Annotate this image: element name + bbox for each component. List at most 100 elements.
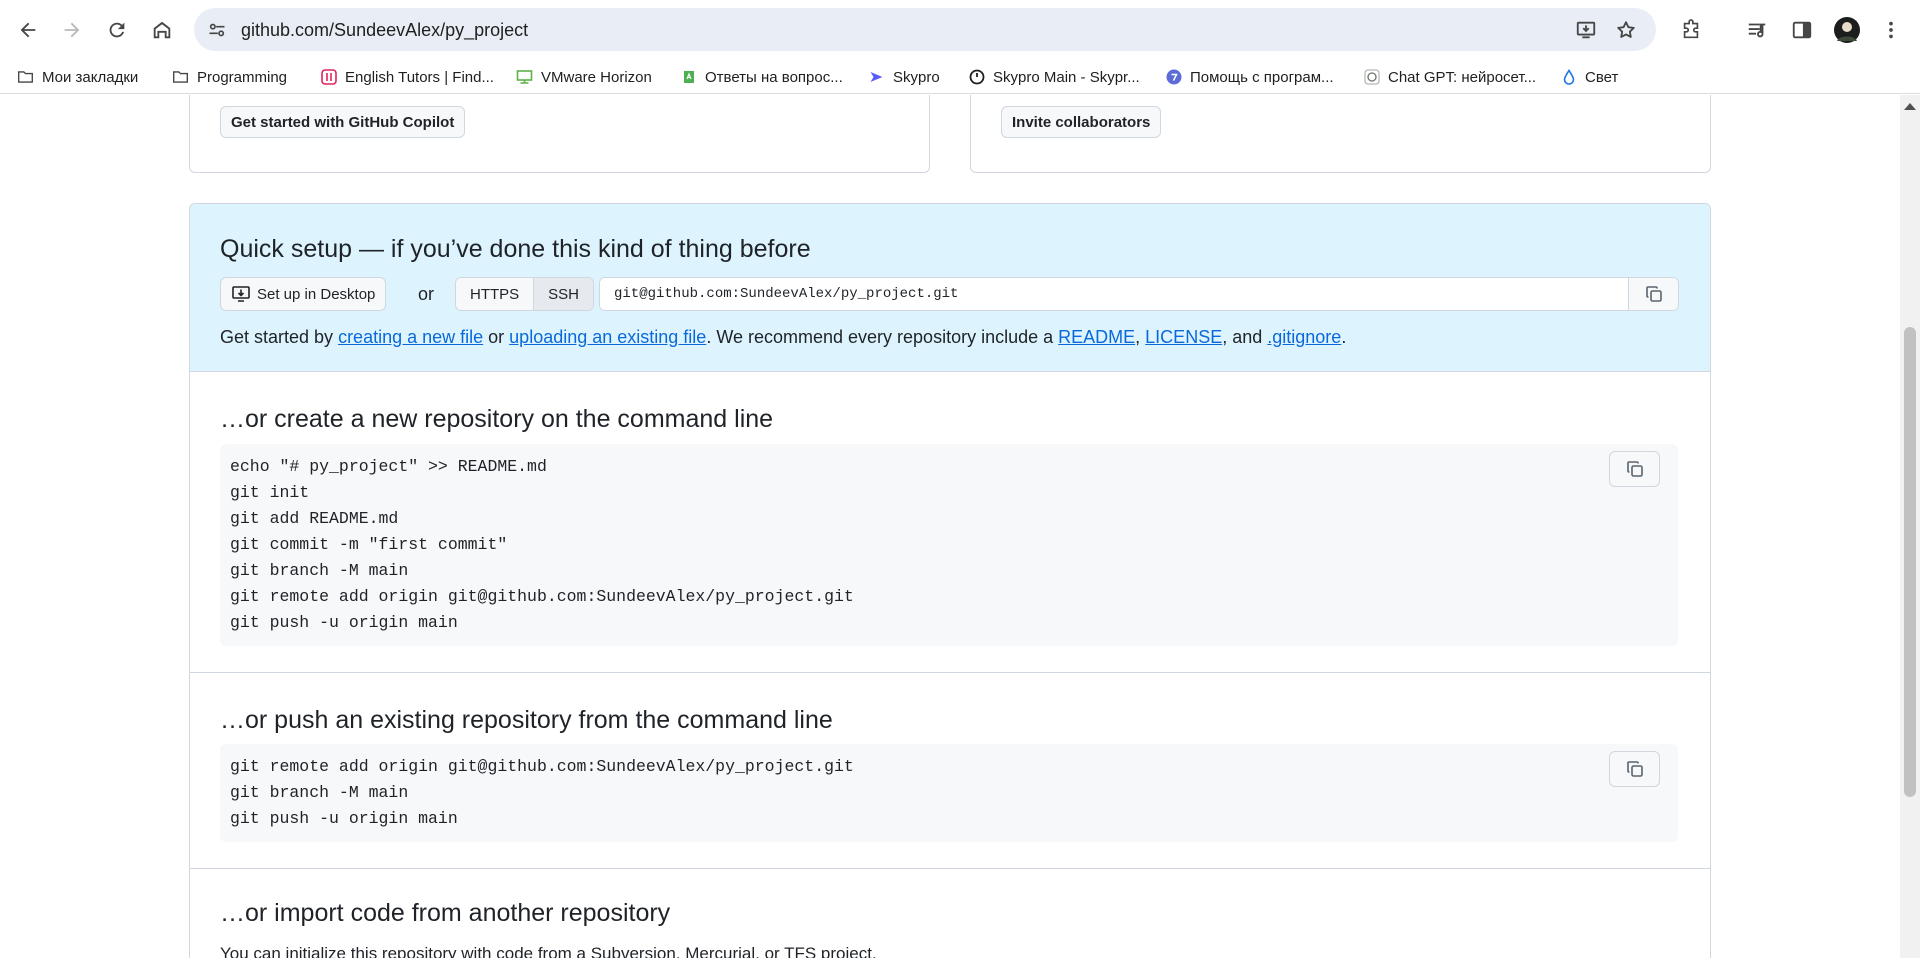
gitignore-link[interactable]: .gitignore [1267,327,1341,347]
copy-create-commands-button[interactable] [1609,451,1660,487]
code-line: git remote add origin git@github.com:Sun… [230,587,854,606]
clone-copy-button[interactable] [1628,278,1678,310]
copilot-card: Get started with GitHub Copilot [189,95,930,173]
ssh-button[interactable]: SSH [533,278,594,310]
side-panel-button[interactable] [1782,10,1822,50]
bookmark-label: Помощь с програм... [1190,68,1334,86]
drop-favicon [1560,69,1577,86]
url-text: github.com/SundeevAlex/py_project [241,20,529,40]
import-repo-section: …or import code from another repository … [190,869,1710,958]
skypro-favicon [868,69,885,86]
license-link[interactable]: LICENSE [1145,327,1222,347]
hint-text: or [483,327,510,347]
reload-icon [109,22,125,38]
invite-collaborators-button[interactable]: Invite collaborators [1001,106,1162,138]
or-label: or [418,284,435,304]
playlist-icon [1748,23,1766,38]
bookmark-label: Ответы на вопрос... [705,68,843,86]
quick-setup-box: Quick setup — if you’ve done this kind o… [189,203,1711,958]
site-info-icon[interactable] [204,17,230,43]
bookmark-item[interactable]: Свет [1560,65,1618,89]
bookmark-item[interactable]: Помощь с програм... [1165,65,1334,89]
address-bar[interactable]: github.com/SundeevAlex/py_project [194,8,1656,51]
readme-link[interactable]: README [1058,327,1135,347]
create-new-file-link[interactable]: creating a new file [338,327,483,347]
https-button[interactable]: HTTPS [456,278,534,310]
copilot-button[interactable]: Get started with GitHub Copilot [220,106,466,138]
home-button[interactable] [142,10,182,50]
import-repo-description: You can initialize this repository with … [220,944,877,958]
arrow-right-icon [64,22,80,38]
install-app-icon[interactable] [1574,18,1598,42]
push-repo-code: git remote add origin git@github.com:Sun… [220,744,1678,842]
hint-text: , [1135,327,1146,347]
code-line: git branch -M main [230,783,409,802]
setup-desktop-button[interactable]: Set up in Desktop [220,277,387,311]
code-line: git branch -M main [230,561,409,580]
forward-button[interactable] [52,10,92,50]
bookmark-item[interactable]: Programming [172,65,287,89]
desktop-download-icon [232,286,250,302]
folder-icon [17,69,34,86]
chatgpt-favicon [1363,69,1380,86]
quick-setup-title: Quick setup — if you’ve done this kind o… [220,235,811,263]
home-icon [153,21,171,39]
profile-avatar[interactable] [1827,10,1867,50]
bookmark-item[interactable]: English Tutors | Find... [320,65,494,89]
code-line: git push -u origin main [230,809,458,828]
push-repo-title: …or push an existing repository from the… [220,706,833,734]
hint-text: . We recommend every repository include … [706,327,1059,347]
bookmark-label: Свет [1585,68,1619,86]
create-repo-code: echo "# py_project" >> README.md git ini… [220,444,1678,646]
create-repo-title: …or create a new repository on the comma… [220,405,774,433]
extensions-button[interactable] [1671,10,1711,50]
scroll-up-arrow-icon[interactable] [1904,103,1916,110]
bookmark-item[interactable]: Ответы на вопрос... [680,65,843,89]
copy-icon [1626,461,1643,477]
bookmark-label: Skypro [893,68,940,86]
bookmark-item[interactable]: Мои закладки [17,65,138,89]
vmware-favicon [516,69,533,86]
skypro-main-favicon [968,69,985,86]
code-line: git remote add origin git@github.com:Sun… [230,757,854,776]
scrollbar-thumb[interactable] [1904,327,1916,797]
quick-setup-panel: Quick setup — if you’ve done this kind o… [190,204,1710,372]
media-controls-button[interactable] [1737,10,1777,50]
copy-icon [1626,761,1643,777]
push-repo-section: …or push an existing repository from the… [190,673,1710,869]
bookmark-item[interactable]: Skypro [868,65,940,89]
hint-text: . [1341,327,1347,347]
reload-button[interactable] [97,10,137,50]
bookmark-item[interactable]: VMware Horizon [516,65,652,89]
upload-existing-file-link[interactable]: uploading an existing file [509,327,706,347]
code-line: git add README.md [230,509,399,528]
copy-push-commands-button[interactable] [1609,751,1660,787]
side-panel-icon [1792,21,1812,39]
bookmark-label: Skypro Main - Skypr... [993,68,1140,86]
menu-button[interactable] [1871,10,1911,50]
hint-text: , and [1222,327,1268,347]
clone-url-input[interactable] [600,278,1628,310]
bookmark-item[interactable]: Chat GPT: нейросет... [1363,65,1536,89]
folder-icon [172,69,189,86]
browser-toolbar: github.com/SundeevAlex/py_project [0,0,1920,60]
bookmark-label: Chat GPT: нейросет... [1388,68,1537,86]
invite-card: Invite collaborators [970,95,1711,173]
arrow-left-icon [20,22,36,38]
bookmark-item[interactable]: Skypro Main - Skypr... [968,65,1140,89]
page-viewport: Get started with GitHub Copilot Invite c… [0,95,1900,958]
avatar-icon [1834,17,1860,43]
bookmarks-bar: Мои закладки Programming English Tutors … [0,60,1920,94]
bookmark-star-icon[interactable] [1614,18,1638,42]
protocol-selector: HTTPS SSH [455,277,595,311]
code-line: git init [230,483,310,502]
page-scrollbar[interactable] [1900,95,1920,958]
code-line: git push -u origin main [230,613,458,632]
setup-desktop-label: Set up in Desktop [257,285,376,303]
code-line: echo "# py_project" >> README.md [230,457,547,476]
copy-icon [1645,286,1662,302]
tutors-favicon [320,69,337,86]
bookmark-label: English Tutors | Find... [345,68,494,86]
clone-url-field [599,277,1679,311]
back-button[interactable] [8,10,48,50]
